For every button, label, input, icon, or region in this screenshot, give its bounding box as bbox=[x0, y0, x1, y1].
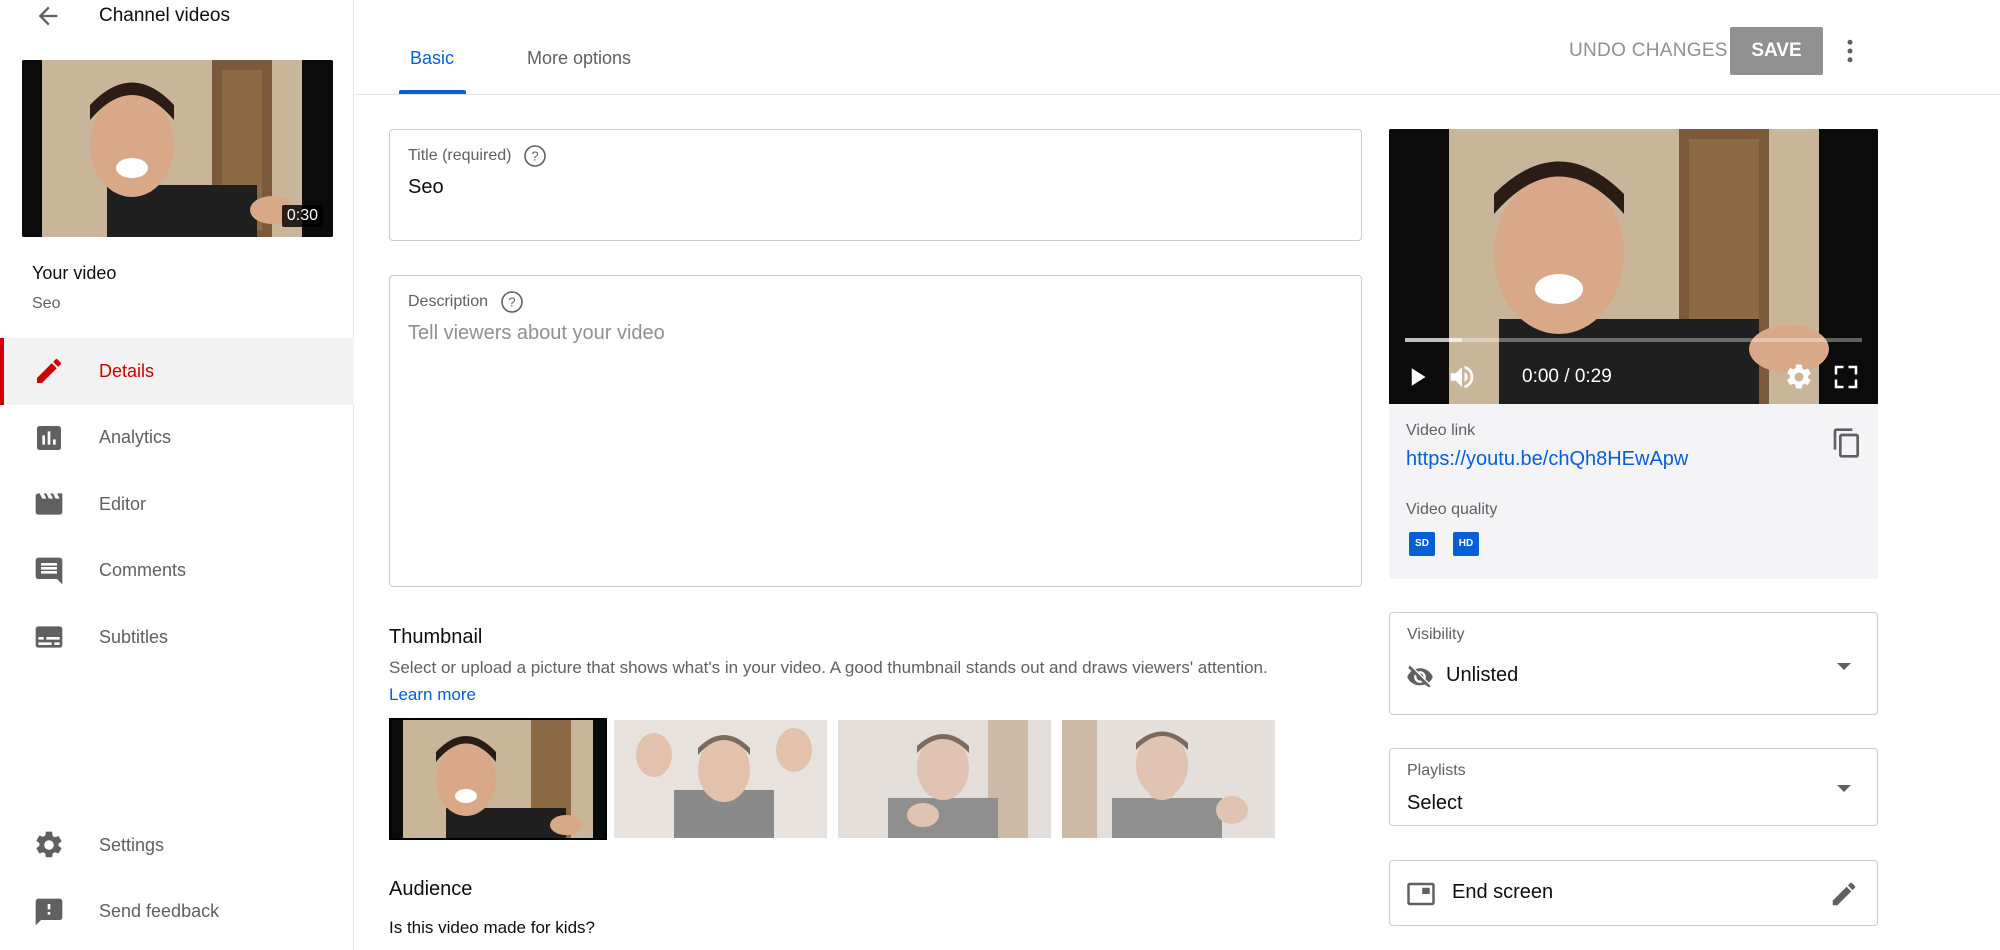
video-quality-label: Video quality bbox=[1406, 501, 1498, 518]
sidebar-item-label: Analytics bbox=[99, 427, 172, 448]
thumbnail-image bbox=[838, 720, 1051, 838]
thumbnail-heading: Thumbnail bbox=[389, 626, 483, 648]
active-tab-indicator bbox=[399, 90, 466, 94]
hd-badge: HD bbox=[1453, 532, 1479, 556]
title-field[interactable]: Title (required) ? Seo bbox=[389, 129, 1362, 241]
thumbnail-description: Select or upload a picture that shows wh… bbox=[389, 658, 1268, 677]
video-info-panel: Video link https://youtu.be/chQh8HEwApw … bbox=[1389, 404, 1878, 579]
more-vert-icon[interactable] bbox=[1835, 36, 1865, 66]
playlists-select[interactable]: Playlists Select bbox=[1389, 748, 1878, 826]
description-field[interactable]: Description ? Tell viewers about your vi… bbox=[389, 275, 1362, 587]
help-icon[interactable]: ? bbox=[523, 144, 547, 168]
thumbnail-option[interactable] bbox=[1062, 720, 1275, 838]
sd-badge: SD bbox=[1409, 532, 1435, 556]
sidebar-item-analytics[interactable]: Analytics bbox=[0, 405, 354, 472]
sidebar-bottom-nav: Settings Send feedback bbox=[0, 812, 354, 945]
description-field-label: Description ? bbox=[408, 290, 524, 314]
tab-more-options[interactable]: More options bbox=[527, 48, 631, 69]
thumbnail-option[interactable] bbox=[614, 720, 827, 838]
thumbnail-option-selected[interactable] bbox=[389, 718, 607, 840]
tab-basic[interactable]: Basic bbox=[410, 48, 454, 69]
playlists-label: Playlists bbox=[1407, 762, 1466, 779]
svg-text:?: ? bbox=[508, 295, 515, 310]
visibility-select[interactable]: Visibility Unlisted bbox=[1389, 612, 1878, 715]
arrow-left-icon[interactable] bbox=[32, 2, 64, 30]
sidebar-item-label: Details bbox=[99, 360, 155, 381]
description-input[interactable]: Tell viewers about your video bbox=[408, 322, 665, 345]
video-link[interactable]: https://youtu.be/chQh8HEwApw bbox=[1406, 448, 1688, 471]
thumbnail-duration: 0:30 bbox=[281, 205, 323, 227]
sidebar-item-comments[interactable]: Comments bbox=[0, 538, 354, 605]
visibility-label: Visibility bbox=[1407, 626, 1465, 643]
gear-icon[interactable] bbox=[1784, 362, 1814, 392]
video-preview-player[interactable]: 0:00 / 0:29 bbox=[1389, 129, 1878, 404]
video-buffer-bar bbox=[1405, 338, 1463, 342]
chevron-down-icon bbox=[1837, 663, 1851, 670]
gear-icon bbox=[36, 831, 62, 858]
sidebar-video-thumbnail[interactable]: 0:30 bbox=[22, 60, 333, 237]
sidebar: Channel videos 0:30 Your video Seo Detai… bbox=[0, 0, 354, 950]
svg-text:?: ? bbox=[532, 149, 539, 164]
end-screen-icon bbox=[1407, 882, 1435, 906]
play-icon[interactable] bbox=[1403, 362, 1433, 392]
your-video-label: Your video bbox=[32, 263, 117, 283]
sidebar-nav: Details Analytics Editor Comments Subtit… bbox=[0, 338, 354, 671]
eye-off-icon bbox=[1407, 665, 1433, 688]
analytics-icon bbox=[37, 425, 61, 450]
clapperboard-icon bbox=[35, 493, 63, 515]
end-screen-label: End screen bbox=[1452, 881, 1554, 903]
sidebar-item-send-feedback[interactable]: Send feedback bbox=[0, 879, 354, 946]
visibility-value: Unlisted bbox=[1446, 664, 1519, 686]
tab-bar: Basic More options UNDO CHANGES SAVE bbox=[355, 0, 2000, 95]
channel-videos-title: Channel videos bbox=[99, 5, 230, 26]
feedback-icon bbox=[35, 898, 63, 926]
fullscreen-icon[interactable] bbox=[1831, 362, 1861, 392]
playlists-value: Select bbox=[1407, 792, 1463, 814]
end-screen-row[interactable]: End screen bbox=[1389, 860, 1878, 926]
title-field-label: Title (required) ? bbox=[408, 144, 547, 168]
thumbnail-image bbox=[1062, 720, 1275, 838]
description-label-text: Description bbox=[408, 293, 489, 310]
sidebar-item-label: Comments bbox=[99, 560, 187, 581]
title-label-text: Title (required) bbox=[408, 147, 512, 164]
sidebar-item-subtitles[interactable]: Subtitles bbox=[0, 604, 354, 671]
thumbnail-image bbox=[614, 720, 827, 838]
sidebar-item-settings[interactable]: Settings bbox=[0, 812, 354, 879]
copy-icon[interactable] bbox=[1831, 427, 1863, 459]
pencil-icon bbox=[37, 359, 61, 384]
subtitles-icon bbox=[35, 626, 63, 648]
video-time: 0:00 / 0:29 bbox=[1522, 366, 1612, 387]
sidebar-item-details[interactable]: Details bbox=[0, 338, 354, 405]
sidebar-item-label: Send feedback bbox=[99, 901, 220, 922]
title-input[interactable]: Seo bbox=[408, 176, 444, 199]
video-name: Seo bbox=[32, 295, 61, 312]
learn-more-link[interactable]: Learn more bbox=[389, 685, 476, 705]
sidebar-item-label: Editor bbox=[99, 493, 147, 514]
audience-heading: Audience bbox=[389, 878, 473, 900]
thumbnail-image bbox=[391, 720, 605, 838]
undo-changes-button[interactable]: UNDO CHANGES bbox=[1555, 27, 1742, 75]
chevron-down-icon bbox=[1837, 785, 1851, 792]
pencil-icon[interactable] bbox=[1829, 879, 1859, 909]
save-button[interactable]: SAVE bbox=[1730, 27, 1823, 75]
thumbnail-option[interactable] bbox=[838, 720, 1051, 838]
help-icon[interactable]: ? bbox=[500, 290, 524, 314]
sidebar-item-label: Settings bbox=[99, 834, 165, 855]
sidebar-header: Channel videos bbox=[0, 0, 354, 34]
volume-icon[interactable] bbox=[1447, 362, 1477, 392]
main-content: Basic More options UNDO CHANGES SAVE Tit… bbox=[355, 0, 2000, 950]
video-link-label: Video link bbox=[1406, 422, 1476, 439]
sidebar-item-editor[interactable]: Editor bbox=[0, 471, 354, 538]
sidebar-item-label: Subtitles bbox=[99, 626, 169, 647]
video-progress-bar[interactable] bbox=[1405, 338, 1862, 342]
made-for-kids-question: Is this video made for kids? bbox=[389, 918, 595, 937]
comment-icon bbox=[35, 557, 63, 585]
